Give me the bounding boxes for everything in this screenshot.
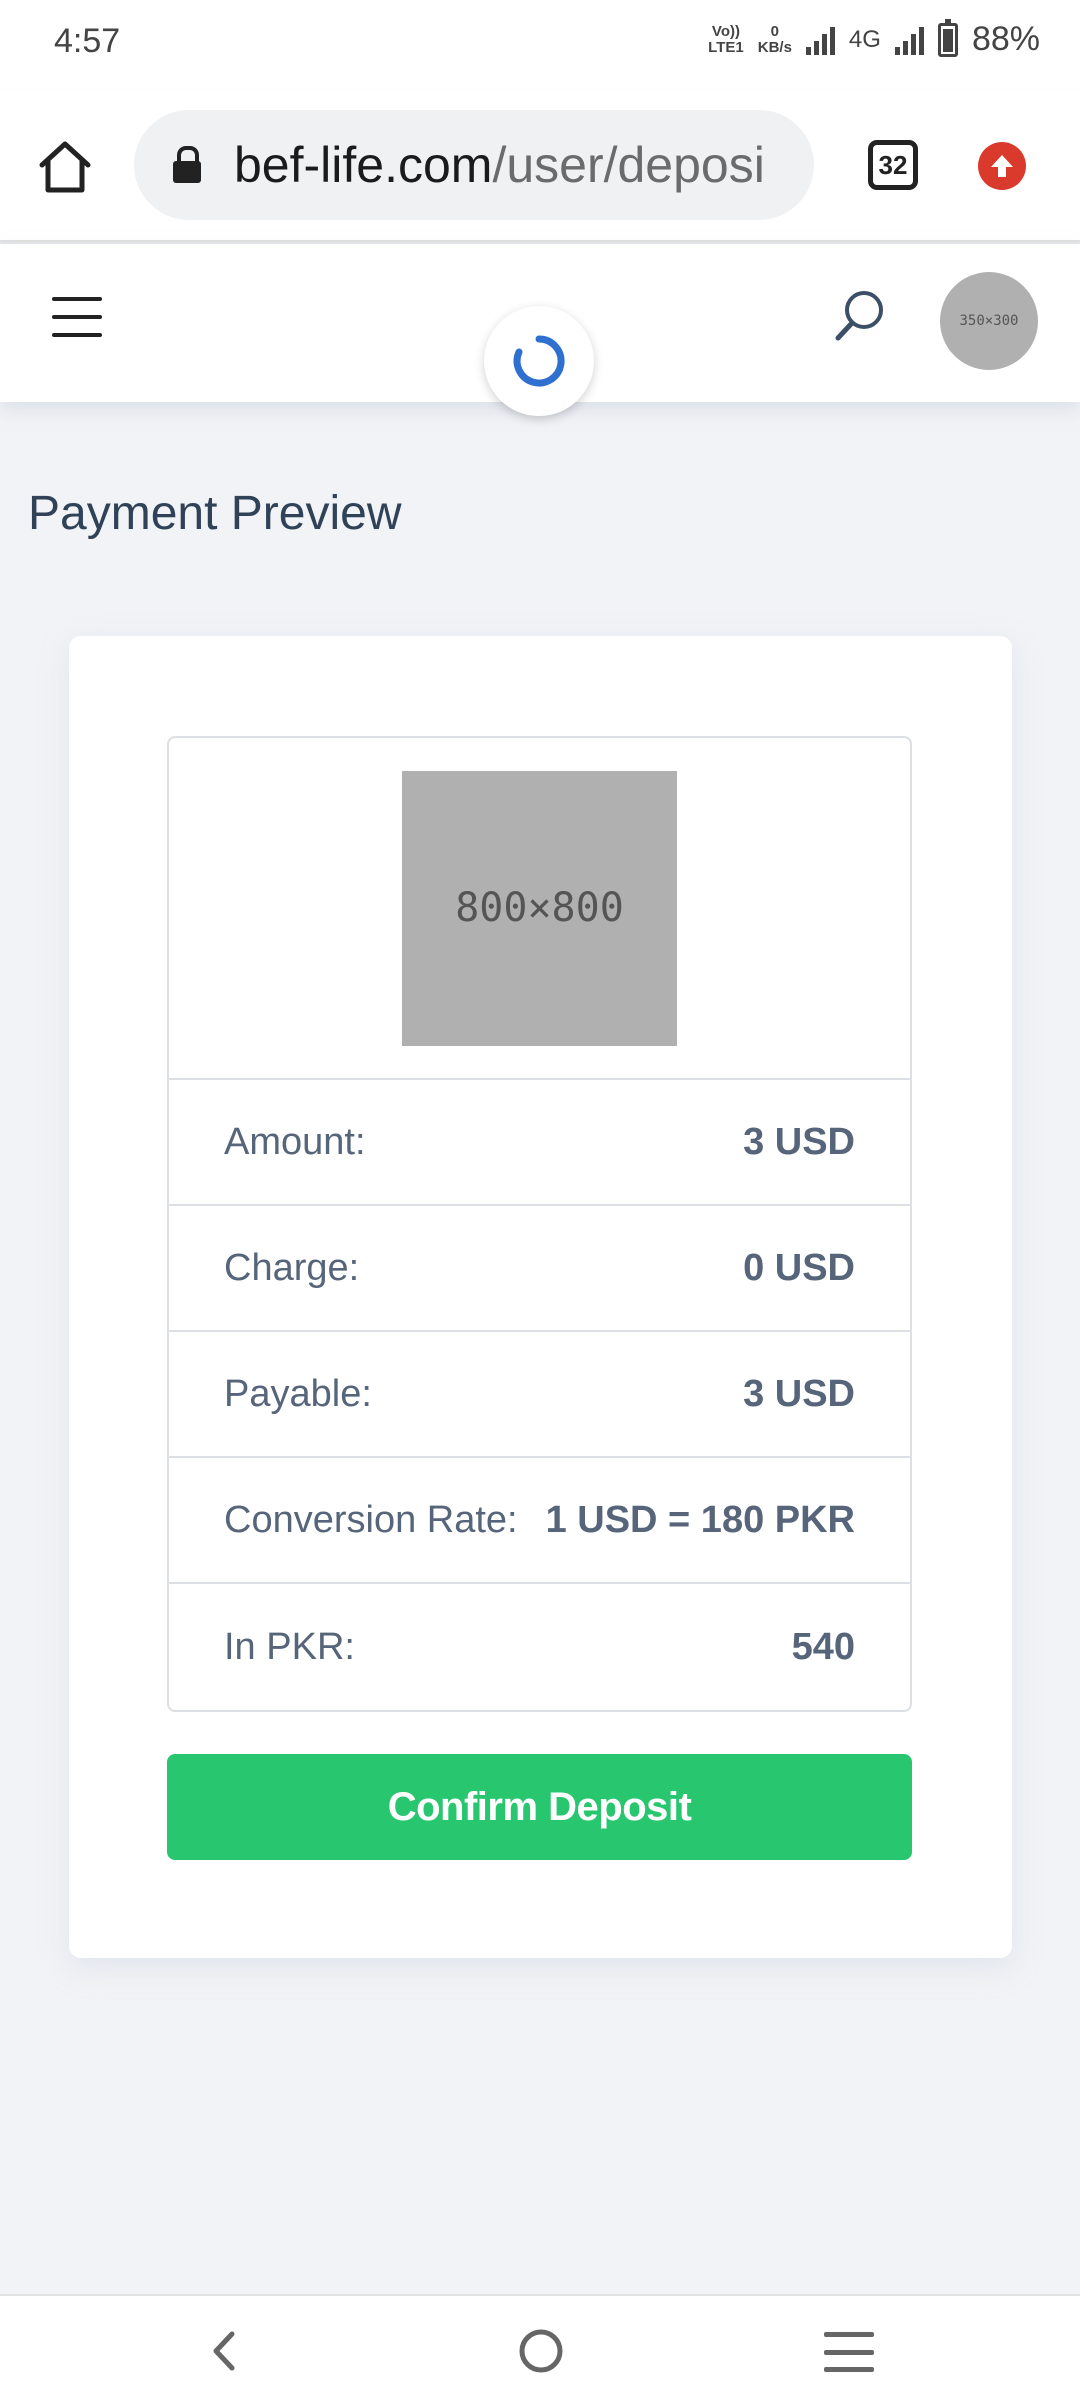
detail-label: Charge: <box>224 1246 360 1289</box>
gateway-image-row: 800×800 <box>169 738 910 1080</box>
avatar[interactable]: 350×300 <box>940 272 1038 370</box>
detail-row-charge: Charge: 0 USD <box>169 1206 910 1332</box>
update-arrow-icon[interactable] <box>978 142 1026 190</box>
home-circle-icon[interactable] <box>516 2326 566 2376</box>
network-speed: 0 KB/s <box>757 22 792 56</box>
payment-card: 800×800 Amount: 3 USD Charge: 0 USD Paya… <box>69 636 1012 1958</box>
status-time: 4:57 <box>54 22 121 60</box>
address-bar[interactable]: bef-life.com/user/deposi <box>134 110 814 220</box>
battery-icon <box>937 18 958 57</box>
payment-details-table: 800×800 Amount: 3 USD Charge: 0 USD Paya… <box>167 736 912 1712</box>
detail-value: 540 <box>791 1625 855 1668</box>
recents-menu-icon[interactable] <box>824 2332 874 2372</box>
detail-label: In PKR: <box>224 1625 355 1668</box>
lock-icon <box>170 146 204 184</box>
signal-icon <box>805 25 835 55</box>
detail-row-payable: Payable: 3 USD <box>169 1332 910 1458</box>
url-domain: bef-life.com <box>234 137 493 193</box>
detail-label: Payable: <box>224 1372 372 1415</box>
system-nav-bar <box>0 2294 1080 2408</box>
back-chevron-icon[interactable] <box>200 2326 250 2376</box>
detail-row-in-pkr: In PKR: 540 <box>169 1584 910 1710</box>
network-type: 4G <box>848 25 881 53</box>
tab-switcher-button[interactable]: 32 <box>868 140 918 190</box>
detail-row-conversion-rate: Conversion Rate: 1 USD = 180 PKR <box>169 1458 910 1584</box>
search-icon[interactable] <box>830 286 890 346</box>
status-bar: 4:57 Vo)) LTE1 0 KB/s 4G 88% <box>0 0 1080 90</box>
signal-icon-2 <box>894 25 924 55</box>
status-indicators: Vo)) LTE1 0 KB/s 4G 88% <box>708 18 1040 59</box>
gateway-image: 800×800 <box>402 770 677 1046</box>
confirm-deposit-button[interactable]: Confirm Deposit <box>167 1754 912 1860</box>
battery-fill <box>942 28 953 52</box>
volte-indicator: Vo)) LTE1 <box>708 22 744 56</box>
browser-toolbar: bef-life.com/user/deposi 32 <box>0 90 1080 242</box>
home-icon[interactable] <box>36 138 94 196</box>
hamburger-menu-icon[interactable] <box>52 297 102 337</box>
detail-value: 1 USD = 180 PKR <box>545 1498 855 1541</box>
detail-label: Conversion Rate: <box>224 1498 518 1541</box>
detail-label: Amount: <box>224 1120 366 1163</box>
detail-value: 3 USD <box>743 1372 855 1415</box>
loading-spinner-icon <box>484 306 594 416</box>
battery-percent: 88% <box>971 20 1040 58</box>
detail-value: 3 USD <box>743 1120 855 1163</box>
url-path: /user/deposi <box>492 137 765 193</box>
detail-value: 0 USD <box>743 1246 855 1289</box>
detail-row-amount: Amount: 3 USD <box>169 1080 910 1206</box>
url-text: bef-life.com/user/deposi <box>234 136 765 194</box>
page-title: Payment Preview <box>28 487 402 540</box>
